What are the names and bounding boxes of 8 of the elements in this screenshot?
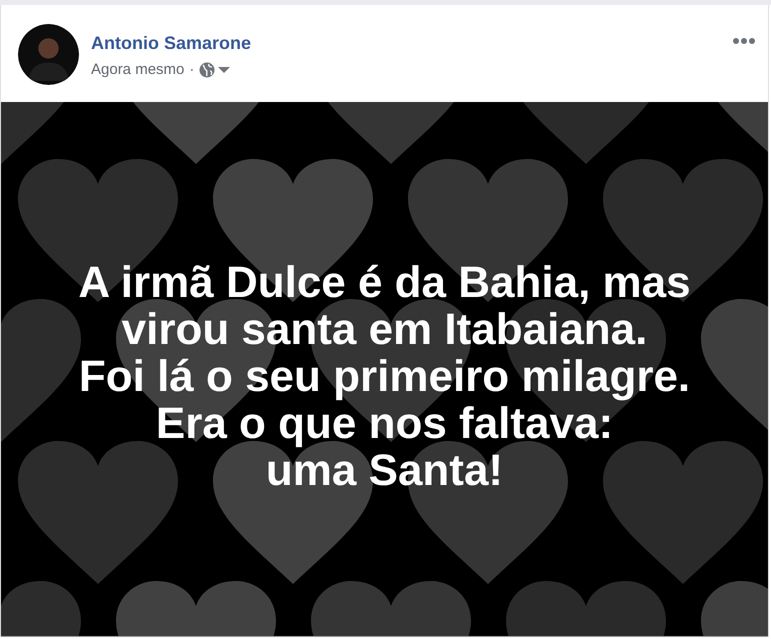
author-name-link[interactable]: Antonio Samarone <box>91 32 252 54</box>
more-options-icon[interactable] <box>732 37 756 45</box>
post-text: A irmã Dulce é da Bahia, mas virou santa em Itabaiana. Foi lá o seu primeiro milagre. Era o que nos faltava: uma Santa! <box>78 258 691 494</box>
post-time[interactable]: Agora mesmo <box>91 59 184 82</box>
avatar[interactable] <box>18 24 79 85</box>
caret-icon[interactable] <box>218 66 230 74</box>
globe-icon[interactable] <box>199 62 216 78</box>
separator: · <box>189 60 194 80</box>
